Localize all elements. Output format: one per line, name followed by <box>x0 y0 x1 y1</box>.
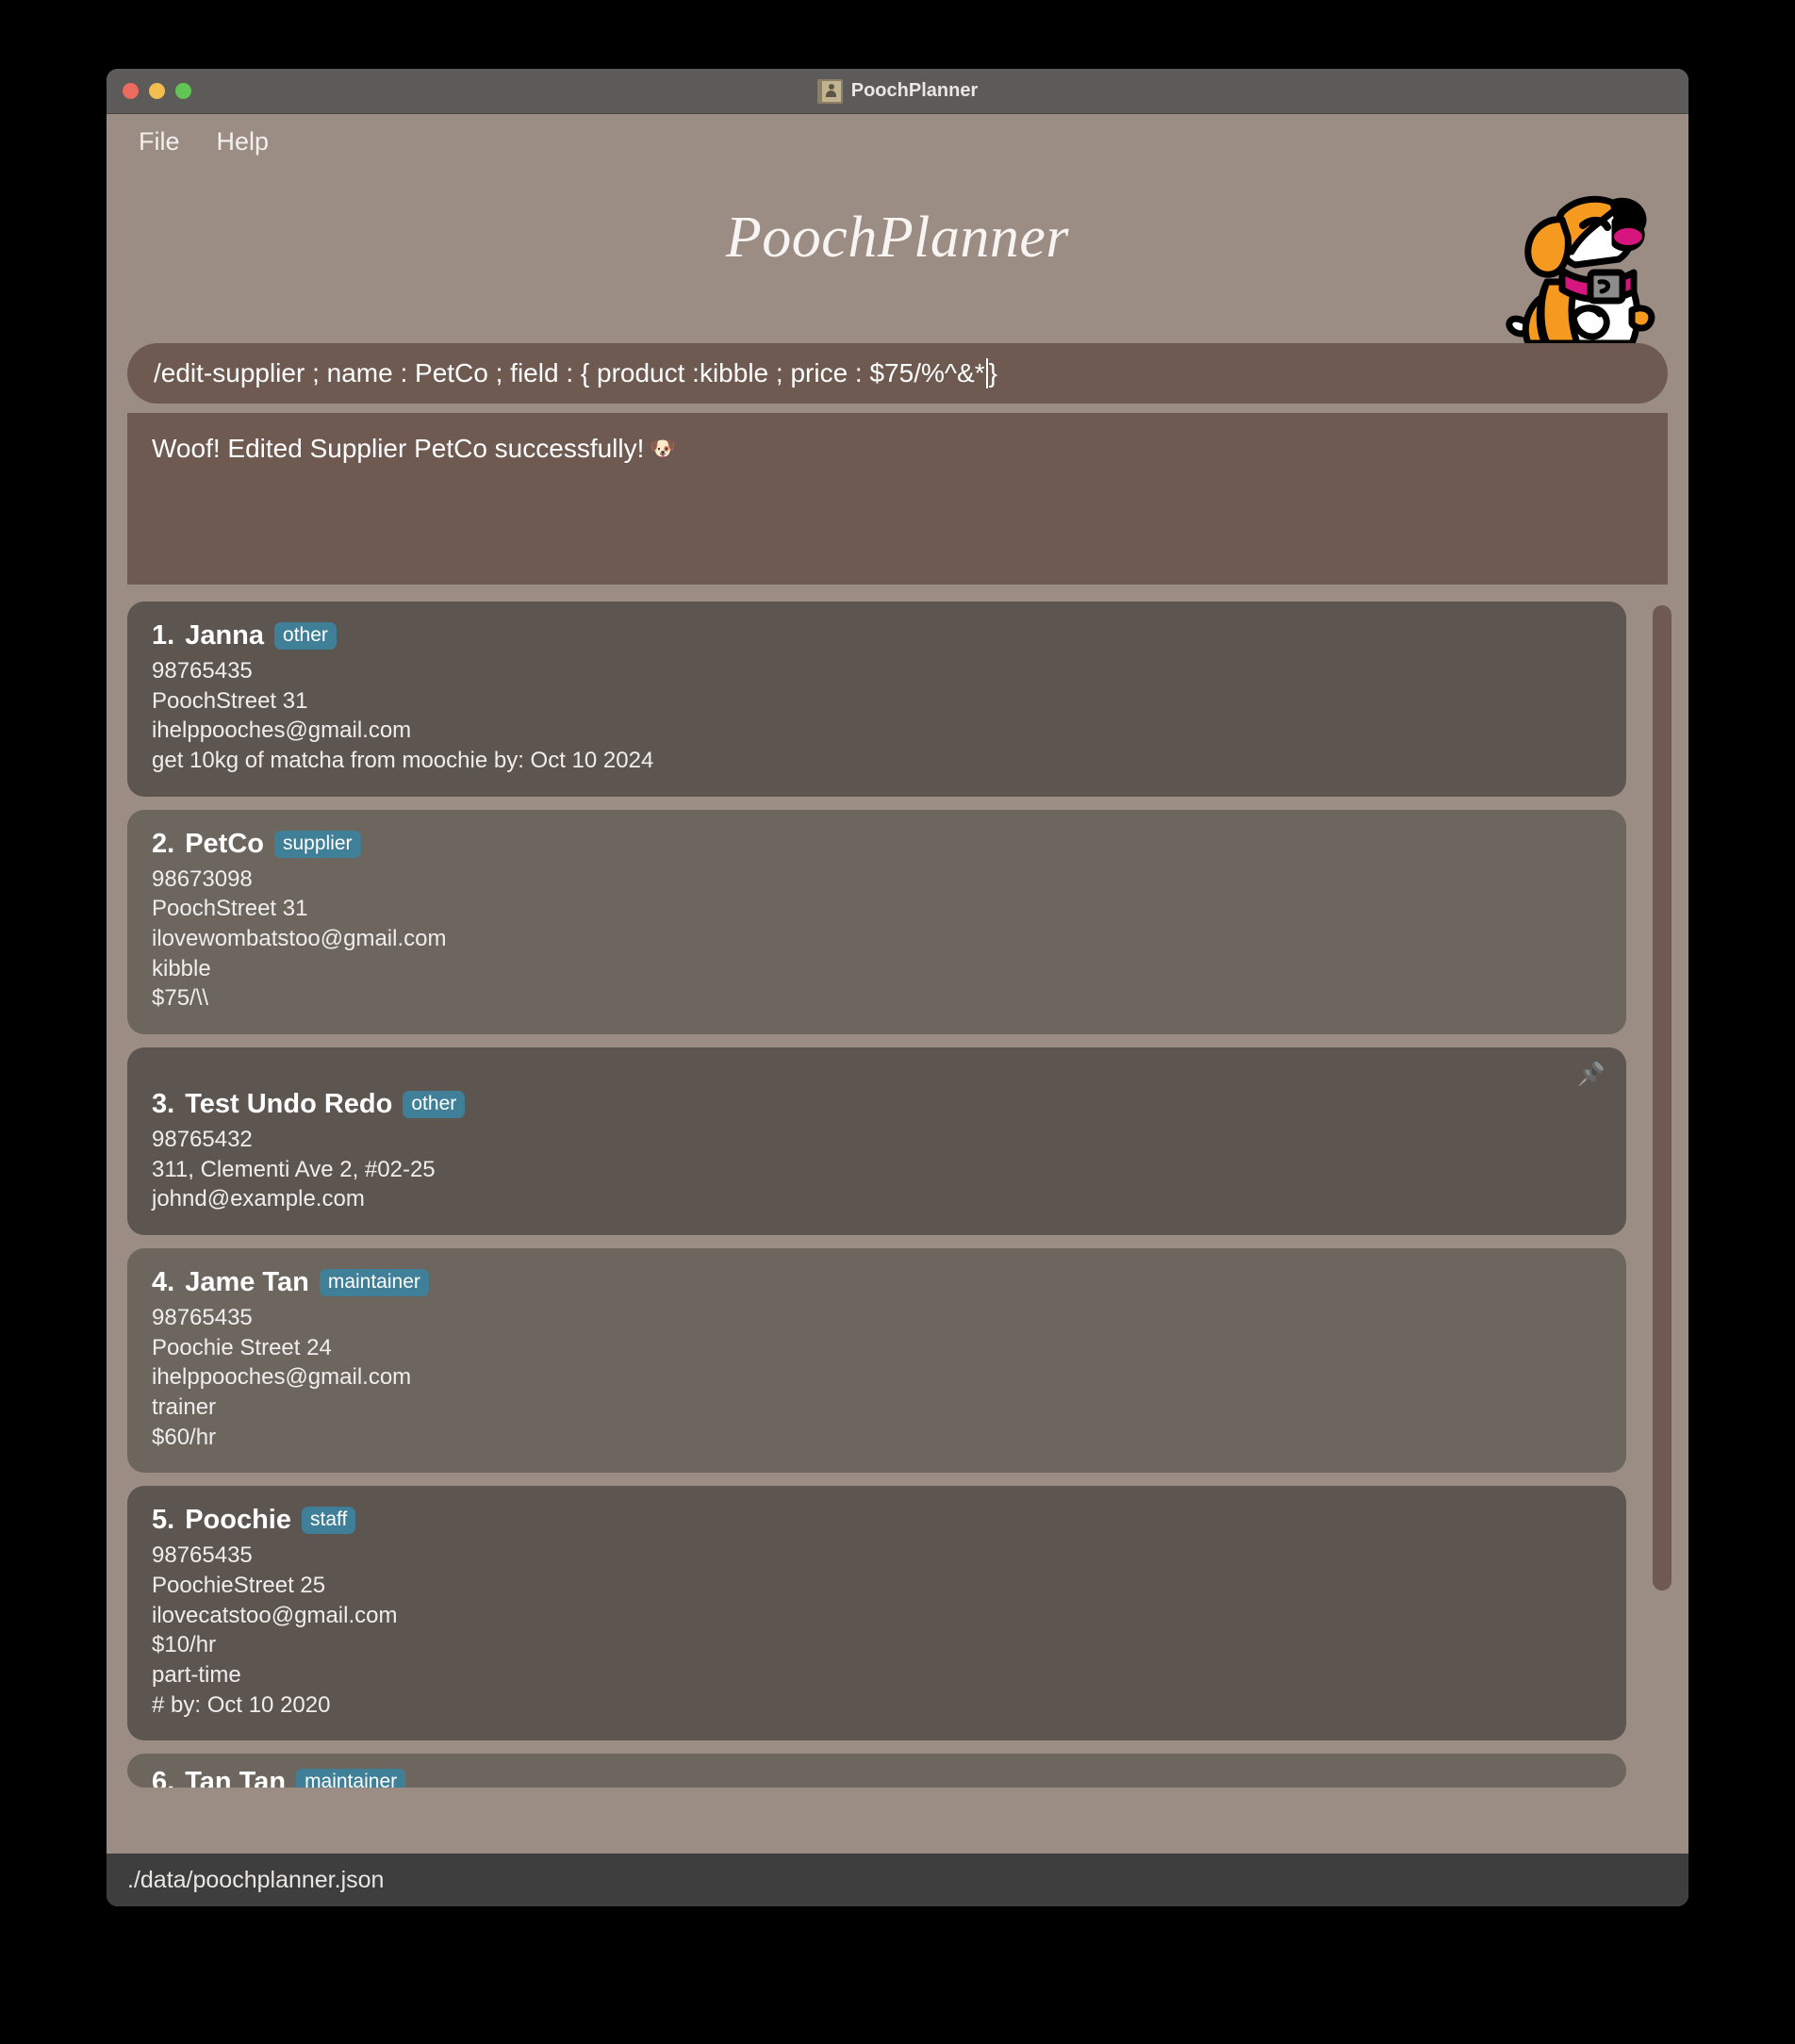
contact-card[interactable]: 6. Tan Tan maintainer <box>127 1754 1626 1788</box>
result-message: Woof! Edited Supplier PetCo successfully… <box>152 434 645 463</box>
contact-name: Tan Tan <box>185 1767 287 1788</box>
contact-email: ilovecatstoo@gmail.com <box>152 1602 398 1628</box>
contact-address: 311, Clementi Ave 2, #02-25 <box>152 1156 436 1182</box>
contact-list-region: 1. Janna other 98765435 PoochStreet 31 i… <box>107 602 1688 1854</box>
contact-email: ilovewombatstoo@gmail.com <box>152 926 447 952</box>
contact-phone: 98765435 <box>152 1542 253 1569</box>
save-location-path: ./data/poochplanner.json <box>127 1866 385 1893</box>
contact-tag-badge: other <box>403 1091 466 1119</box>
contact-address: Poochie Street 24 <box>152 1334 332 1360</box>
contact-detail: get 10kg of matcha from moochie by: Oct … <box>152 748 654 774</box>
contact-phone: 98765432 <box>152 1127 253 1153</box>
minimize-button[interactable] <box>149 83 165 99</box>
status-bar: ./data/poochplanner.json <box>107 1854 1688 1906</box>
list-scrollbar[interactable] <box>1641 602 1688 1854</box>
contact-phone: 98673098 <box>152 865 253 892</box>
contact-email: ihelppooches@gmail.com <box>152 717 412 744</box>
contact-list: 1. Janna other 98765435 PoochStreet 31 i… <box>107 602 1641 1854</box>
menu-item-file[interactable]: File <box>131 125 188 158</box>
contact-header: 5. Poochie staff <box>152 1505 1602 1536</box>
contact-price: $75/\\ <box>152 985 209 1012</box>
contact-name: PetCo <box>185 828 264 859</box>
contact-address: PoochieStreet 25 <box>152 1573 326 1599</box>
app-window: PoochPlanner File Help PoochPlanner /edi… <box>107 69 1688 1906</box>
scrollbar-thumb[interactable] <box>1653 605 1671 1591</box>
contact-phone: 98765435 <box>152 658 253 684</box>
dog-face-icon: 🐶 <box>650 437 676 460</box>
contact-tag-badge: supplier <box>273 830 361 858</box>
contact-header: 1. Janna other <box>152 620 1602 651</box>
contact-role: trainer <box>152 1394 217 1421</box>
contact-tag-badge: staff <box>302 1507 356 1535</box>
contact-rate: $60/hr <box>152 1424 217 1450</box>
contact-index: 1. <box>152 620 175 651</box>
traffic-lights <box>123 83 191 99</box>
contact-card[interactable]: 4. Jame Tan maintainer 98765435 Poochie … <box>127 1248 1626 1474</box>
contact-email: johnd@example.com <box>152 1186 365 1212</box>
contact-index: 4. <box>152 1267 175 1298</box>
contact-index: 3. <box>152 1089 175 1120</box>
zoom-button[interactable] <box>175 83 191 99</box>
contact-email: ihelppooches@gmail.com <box>152 1364 412 1391</box>
menu-bar: File Help <box>107 114 1688 169</box>
window-title: PoochPlanner <box>850 80 979 101</box>
contact-card[interactable]: 2. PetCo supplier 98673098 PoochStreet 3… <box>127 809 1626 1035</box>
contact-name: Jame Tan <box>185 1267 309 1298</box>
window-title-group: PoochPlanner <box>107 78 1688 104</box>
contact-tag-badge: maintainer <box>319 1269 429 1297</box>
contact-card[interactable]: 📌 3. Test Undo Redo other 98765432 311, … <box>127 1047 1626 1236</box>
contact-address: PoochStreet 31 <box>152 896 308 922</box>
menu-item-help[interactable]: Help <box>209 125 277 158</box>
command-input[interactable]: /edit-supplier ; name : PetCo ; field : … <box>127 343 1668 404</box>
dog-mascot-logo <box>1472 178 1660 347</box>
contact-header: 6. Tan Tan maintainer <box>152 1767 1602 1788</box>
contact-name: Poochie <box>185 1505 291 1536</box>
contact-employment: part-time <box>152 1662 241 1689</box>
text-caret <box>985 358 988 388</box>
contact-rate: $10/hr <box>152 1632 217 1658</box>
contact-name: Janna <box>185 620 265 651</box>
command-text-after-caret: } <box>988 358 997 387</box>
command-text-before-caret: /edit-supplier ; name : PetCo ; field : … <box>154 358 985 387</box>
contact-card[interactable]: 1. Janna other 98765435 PoochStreet 31 i… <box>127 602 1626 797</box>
contact-index: 2. <box>152 828 175 859</box>
contact-card[interactable]: 5. Poochie staff 98765435 PoochieStreet … <box>127 1486 1626 1741</box>
app-header: PoochPlanner <box>107 169 1688 347</box>
contact-address: PoochStreet 31 <box>152 687 308 714</box>
contact-header: 4. Jame Tan maintainer <box>152 1267 1602 1298</box>
contact-header: 3. Test Undo Redo other <box>152 1089 1602 1120</box>
result-display: Woof! Edited Supplier PetCo successfully… <box>127 413 1668 585</box>
contact-header: 2. PetCo supplier <box>152 829 1602 860</box>
contact-detail: # by: Oct 10 2020 <box>152 1691 331 1718</box>
contact-book-icon <box>816 78 843 104</box>
close-button[interactable] <box>123 83 139 99</box>
pin-icon[interactable]: 📌 <box>1577 1061 1606 1088</box>
page-title: PoochPlanner <box>725 206 1070 270</box>
contact-name: Test Undo Redo <box>185 1089 393 1120</box>
title-bar: PoochPlanner <box>107 69 1688 114</box>
contact-phone: 98765435 <box>152 1305 253 1331</box>
contact-index: 5. <box>152 1505 175 1536</box>
contact-tag-badge: maintainer <box>296 1769 406 1788</box>
contact-index: 6. <box>152 1767 175 1788</box>
contact-product: kibble <box>152 955 211 981</box>
contact-tag-badge: other <box>274 621 337 651</box>
